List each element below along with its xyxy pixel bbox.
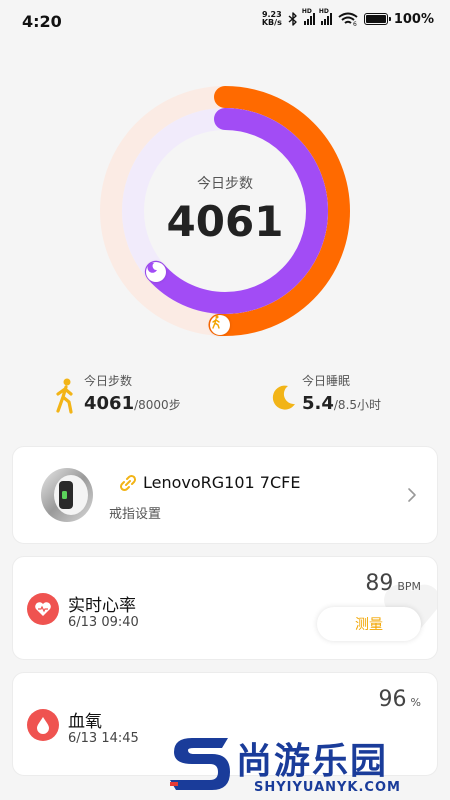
blood-oxygen-unit: % (410, 696, 421, 709)
network-speed: 9.23 KB/s (261, 10, 282, 27)
ring-label: 今日步数 (197, 176, 253, 192)
heart-rate-icon (27, 593, 59, 625)
signal-icon: HD (319, 8, 332, 25)
heart-rate-value: 89 (365, 571, 394, 596)
blood-oxygen-title: 血氧 (68, 712, 102, 732)
sleep-summary[interactable]: 今日睡眠 5.4/8.5小时 (270, 372, 381, 414)
chevron-right-icon[interactable] (405, 487, 419, 503)
sleep-ring-moon-icon (145, 261, 166, 282)
device-name: LenovoRG101 7CFE (143, 473, 301, 492)
sleep-summary-value: 5.4 (302, 393, 334, 414)
ring-center: 今日步数 4061 (99, 173, 351, 246)
status-icons: 9.23 KB/s HD HD 6 100% (261, 8, 434, 27)
daily-summary: 今日步数 4061/8000步 今日睡眠 5.4/8.5小时 (0, 372, 450, 422)
watermark-logo-icon (170, 738, 230, 790)
wifi-icon: 6 (338, 12, 358, 26)
battery-icon (363, 13, 391, 25)
sleep-summary-label: 今日睡眠 (302, 374, 351, 388)
device-card[interactable]: LenovoRG101 7CFE 戒指设置 (12, 446, 438, 544)
activity-rings[interactable]: 今日步数 4061 (99, 85, 351, 337)
bluetooth-icon (288, 12, 297, 26)
ring-steps-value: 4061 (166, 197, 284, 246)
blood-oxygen-value: 96 (378, 687, 407, 712)
battery-percent: 100% (393, 11, 434, 27)
steps-summary[interactable]: 今日步数 4061/8000步 (52, 372, 181, 414)
smart-ring-image (41, 468, 93, 522)
steps-summary-label: 今日步数 (84, 374, 133, 388)
steps-summary-goal: /8000步 (134, 398, 181, 412)
heart-rate-title: 实时心率 (68, 596, 136, 616)
heart-rate-time: 6/13 09:40 (68, 615, 139, 630)
blood-oxygen-time: 6/13 14:45 (68, 731, 139, 746)
watermark-text: 尚游乐园 (236, 741, 389, 782)
link-icon (119, 474, 137, 491)
steps-ring-walker-icon (209, 314, 230, 335)
status-time: 4:20 (22, 12, 62, 31)
moon-icon (272, 385, 295, 410)
ring-settings-link[interactable]: 戒指设置 (109, 503, 161, 522)
status-bar: 4:20 9.23 KB/s HD HD 6 100% (0, 0, 450, 44)
watermark-subtext: SHYIYUANYK.COM (254, 780, 401, 795)
signal-icon: HD (302, 8, 315, 25)
sleep-summary-goal: /8.5小时 (333, 398, 382, 412)
measure-heart-rate-button[interactable]: 测量 (317, 607, 421, 641)
blood-drop-icon (27, 709, 59, 741)
site-watermark: 尚游乐园 SHYIYUANYK.COM (160, 726, 450, 800)
heart-rate-card[interactable]: 实时心率 6/13 09:40 89 BPM 测量 (12, 556, 438, 660)
steps-summary-value: 4061 (84, 393, 135, 414)
svg-text:6: 6 (353, 21, 357, 26)
walking-icon (56, 378, 73, 414)
heart-rate-unit: BPM (397, 580, 421, 593)
